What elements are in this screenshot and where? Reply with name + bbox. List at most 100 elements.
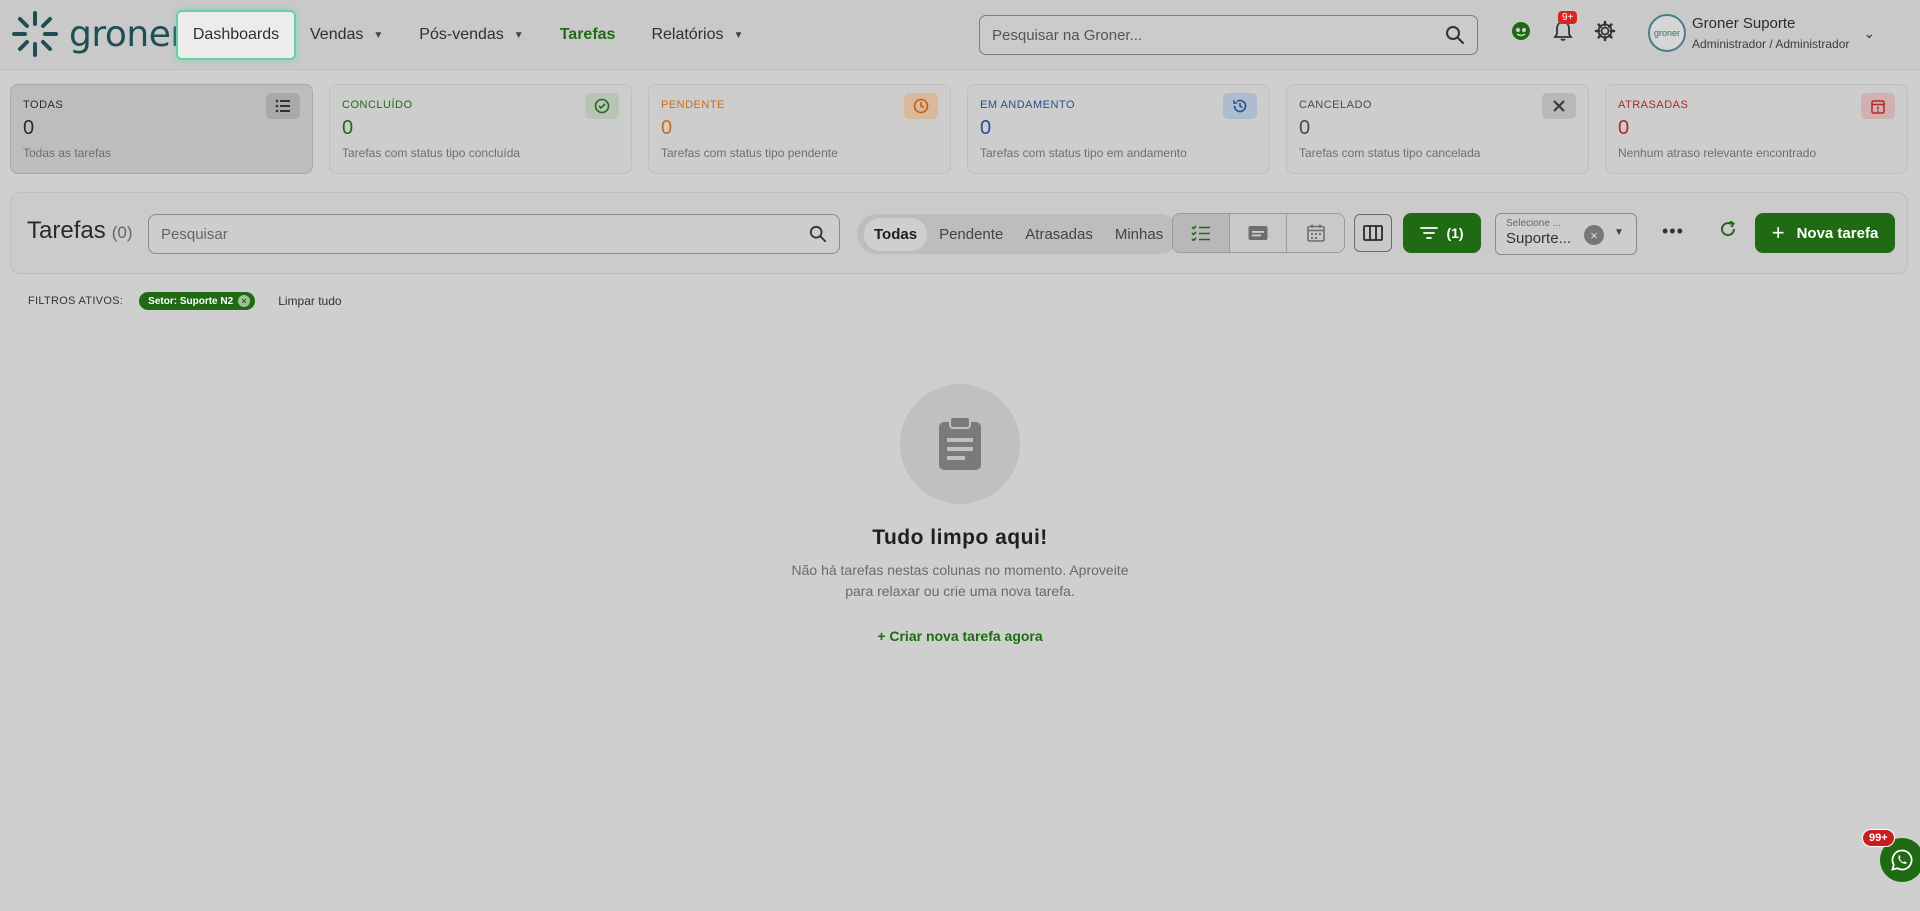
empty-state: Tudo limpo aqui! Não há tarefas nestas c…: [760, 384, 1160, 644]
status-card-cancelado[interactable]: CANCELADO 0 Tarefas com status tipo canc…: [1286, 84, 1589, 174]
empty-title: Tudo limpo aqui!: [872, 526, 1048, 549]
caret-down-icon[interactable]: ▼: [1614, 227, 1624, 238]
clear-all-filters-link[interactable]: Limpar tudo: [278, 294, 341, 308]
status-card-concluido[interactable]: CONCLUÍDO 0 Tarefas com status tipo conc…: [329, 84, 632, 174]
task-count: (0): [111, 223, 133, 242]
filter-count: (1): [1446, 225, 1464, 241]
card-count: 0: [23, 117, 35, 139]
logo-text: groner: [69, 13, 185, 55]
card-count: 0: [661, 117, 673, 139]
filter-chip-label: Setor: Suporte N2: [148, 295, 234, 307]
groner-logo-icon: [12, 11, 58, 57]
global-search-input[interactable]: Pesquisar na Groner...: [979, 15, 1478, 55]
task-search-input[interactable]: Pesquisar: [148, 214, 840, 254]
assistant-bot-icon[interactable]: [1508, 18, 1534, 44]
remove-filter-icon[interactable]: ×: [238, 295, 251, 307]
status-card-atrasadas[interactable]: ATRASADAS 0 Nenhum atraso relevante enco…: [1605, 84, 1908, 174]
card-title: ATRASADAS: [1618, 99, 1689, 111]
card-desc: Todas as tarefas: [23, 146, 112, 160]
top-icons: 9+: [1508, 11, 1634, 44]
card-title: CANCELADO: [1299, 99, 1372, 111]
search-icon[interactable]: [1445, 25, 1465, 45]
chevron-down-icon[interactable]: ⌄: [1863, 25, 1875, 42]
settings-gear-icon[interactable]: [1592, 18, 1618, 44]
card-desc: Tarefas com status tipo pendente: [661, 146, 838, 160]
status-card-em-andamento[interactable]: EM ANDAMENTO 0 Tarefas com status tipo e…: [967, 84, 1270, 174]
nav-vendas[interactable]: Vendas ▼: [310, 26, 383, 44]
status-card-todas[interactable]: TODAS 0 Todas as tarefas: [10, 84, 313, 174]
whatsapp-badge: 99+: [1862, 829, 1895, 847]
close-icon: [1542, 93, 1576, 119]
card-count: 0: [342, 117, 354, 139]
card-count: 0: [980, 117, 992, 139]
calendar-alert-icon: [1861, 93, 1895, 119]
top-bar: groner Dashboards Vendas ▼ Pós-vendas ▼ …: [0, 0, 1920, 70]
card-count: 0: [1618, 117, 1630, 139]
clear-selection-icon[interactable]: ×: [1584, 225, 1604, 245]
user-info: Groner Suporte Administrador / Administr…: [1692, 15, 1849, 51]
card-desc: Tarefas com status tipo cancelada: [1299, 146, 1481, 160]
user-menu[interactable]: groner Groner Suporte Administrador / Ad…: [1648, 14, 1875, 52]
status-cards: TODAS 0 Todas as tarefas CONCLUÍDO 0 Tar…: [10, 84, 1920, 174]
tab-pendente[interactable]: Pendente: [929, 218, 1013, 251]
main-nav: Dashboards Vendas ▼ Pós-vendas ▼ Tarefas…: [176, 10, 779, 60]
empty-desc: Não há tarefas nestas colunas no momento…: [760, 560, 1160, 602]
nav-relatorios-label: Relatórios: [651, 26, 724, 43]
new-task-button[interactable]: + Nova tarefa: [1755, 213, 1895, 253]
card-desc: Tarefas com status tipo concluída: [342, 146, 521, 160]
list-icon: [266, 93, 300, 119]
page-title-text: Tarefas: [27, 217, 106, 244]
check-circle-icon: [585, 93, 619, 119]
clock-icon: [904, 93, 938, 119]
user-role: Administrador / Administrador: [1692, 37, 1850, 51]
global-search-placeholder: Pesquisar na Groner...: [992, 26, 1143, 44]
columns-button[interactable]: [1354, 214, 1392, 252]
card-title: TODAS: [23, 99, 64, 111]
notifications-bell-icon[interactable]: 9+: [1550, 11, 1578, 44]
card-count: 0: [1299, 117, 1311, 139]
logo[interactable]: groner: [10, 9, 185, 59]
nav-pos-vendas[interactable]: Pós-vendas ▼: [419, 26, 523, 44]
nav-dashboards-label: Dashboards: [192, 26, 280, 43]
calendar-icon: [1306, 224, 1325, 242]
list-view-button[interactable]: [1173, 214, 1230, 252]
progress-clock-icon: [1223, 93, 1257, 119]
refresh-icon[interactable]: [1718, 219, 1738, 244]
caret-down-icon: ▼: [373, 29, 384, 41]
tab-atrasadas[interactable]: Atrasadas: [1015, 218, 1103, 251]
clipboard-icon: [900, 384, 1020, 504]
view-mode-group: [1172, 213, 1345, 253]
filter-button[interactable]: (1): [1403, 213, 1481, 253]
status-card-pendente[interactable]: PENDENTE 0 Tarefas com status tipo pende…: [648, 84, 951, 174]
card-view-icon: [1248, 226, 1268, 240]
nav-dashboards[interactable]: Dashboards: [176, 10, 296, 60]
card-desc: Tarefas com status tipo em andamento: [980, 146, 1187, 160]
task-scope-tabs: Todas Pendente Atrasadas Minhas: [857, 214, 1181, 254]
sector-select-value: Suporte...: [1506, 230, 1572, 247]
filter-chip[interactable]: Setor: Suporte N2 ×: [139, 292, 256, 310]
sector-select-label: Selecione ...: [1506, 218, 1562, 229]
caret-down-icon: ▼: [513, 29, 524, 41]
list-view-icon: [1191, 225, 1210, 241]
nav-pos-vendas-label: Pós-vendas: [419, 26, 504, 43]
tasks-toolbar: Tarefas (0) Pesquisar Todas Pendente Atra…: [10, 192, 1908, 274]
nav-tarefas[interactable]: Tarefas: [560, 26, 616, 44]
tab-todas[interactable]: Todas: [864, 217, 928, 251]
active-filters-label: FILTROS ATIVOS:: [28, 295, 124, 307]
nav-relatorios[interactable]: Relatórios ▼: [651, 26, 743, 44]
task-search-placeholder: Pesquisar: [161, 225, 228, 243]
notifications-badge: 9+: [1558, 11, 1578, 24]
calendar-view-button[interactable]: [1287, 214, 1344, 252]
card-view-button[interactable]: [1230, 214, 1287, 252]
nav-tarefas-label: Tarefas: [559, 26, 616, 43]
plus-icon: +: [1771, 220, 1785, 245]
sector-select[interactable]: Selecione ... Suporte... × ▼: [1495, 213, 1637, 255]
create-task-link[interactable]: + Criar nova tarefa agora: [760, 628, 1160, 644]
caret-down-icon: ▼: [733, 29, 744, 41]
search-icon[interactable]: [809, 225, 827, 243]
whatsapp-icon: [1891, 849, 1913, 871]
tab-minhas[interactable]: Minhas: [1105, 218, 1173, 251]
empty-desc-line2: para relaxar ou crie uma nova tarefa.: [845, 583, 1075, 599]
columns-icon: [1363, 225, 1383, 241]
more-options-icon[interactable]: •••: [1662, 221, 1684, 242]
